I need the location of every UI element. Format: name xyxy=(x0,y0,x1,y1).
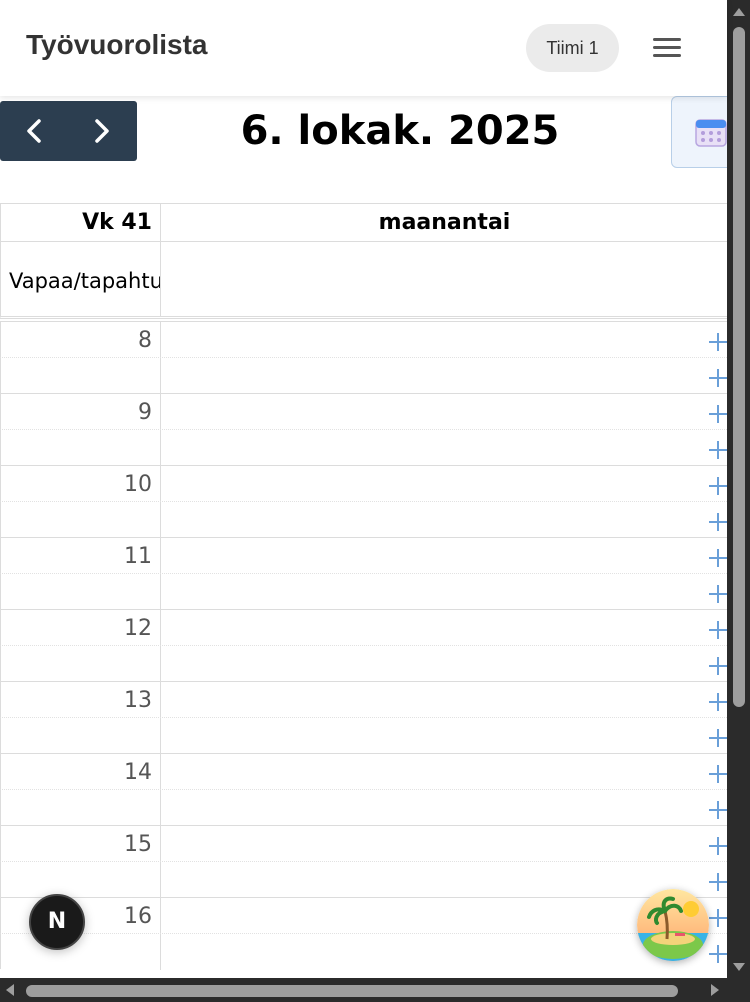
hour-label: 11 xyxy=(1,538,161,574)
add-shift-plus-icon[interactable] xyxy=(709,945,727,963)
add-shift-plus-icon[interactable] xyxy=(709,441,727,459)
hour-label: 10 xyxy=(1,466,161,502)
prev-day-button[interactable] xyxy=(0,101,68,161)
time-slot-row[interactable]: 11 xyxy=(0,537,727,574)
time-slot-row[interactable] xyxy=(0,717,727,754)
current-date-title: 6. lokak. 2025 xyxy=(240,108,560,154)
half-hour-label xyxy=(1,646,161,682)
scroll-up-arrow-icon[interactable] xyxy=(733,8,745,16)
time-slot-row[interactable] xyxy=(0,429,727,466)
hour-label: 15 xyxy=(1,826,161,862)
add-shift-plus-icon[interactable] xyxy=(709,801,727,819)
add-shift-plus-icon[interactable] xyxy=(709,333,727,351)
time-slot-row[interactable] xyxy=(0,861,727,898)
week-number-label: Vk 41 xyxy=(1,204,161,242)
time-slot-row[interactable]: 8 xyxy=(0,321,727,358)
half-hour-label xyxy=(1,934,161,970)
scroll-down-arrow-icon[interactable] xyxy=(733,963,745,971)
calendar-icon xyxy=(695,119,727,147)
time-slot-row[interactable]: 14 xyxy=(0,753,727,790)
time-slot-row[interactable]: 9 xyxy=(0,393,727,430)
add-shift-plus-icon[interactable] xyxy=(709,765,727,783)
add-shift-plus-icon[interactable] xyxy=(709,549,727,567)
date-navigation xyxy=(0,101,137,161)
time-slot-row[interactable]: 12 xyxy=(0,609,727,646)
palm-island-icon xyxy=(637,889,709,961)
half-hour-label xyxy=(1,862,161,898)
time-slot-row[interactable] xyxy=(0,573,727,610)
hour-label: 14 xyxy=(1,754,161,790)
time-slot-row[interactable] xyxy=(0,789,727,826)
hour-label: 9 xyxy=(1,394,161,430)
hamburger-menu-icon[interactable] xyxy=(648,32,686,64)
allday-row[interactable]: Vapaa/tapahtuma xyxy=(0,242,727,319)
chevron-left-icon xyxy=(27,119,41,143)
add-shift-plus-icon[interactable] xyxy=(709,909,727,927)
next-day-button[interactable] xyxy=(68,101,136,161)
hour-label: 12 xyxy=(1,610,161,646)
app-title: Työvuorolista xyxy=(26,29,208,60)
add-shift-plus-icon[interactable] xyxy=(709,477,727,495)
half-hour-label xyxy=(1,790,161,826)
add-shift-plus-icon[interactable] xyxy=(709,873,727,891)
half-hour-label xyxy=(1,502,161,538)
hour-label: 8 xyxy=(1,322,161,358)
time-slot-row[interactable] xyxy=(0,645,727,682)
half-hour-label xyxy=(1,358,161,394)
add-shift-plus-icon[interactable] xyxy=(709,513,727,531)
team-selector-button[interactable]: Tiimi 1 xyxy=(526,24,619,72)
scroll-left-arrow-icon[interactable] xyxy=(6,984,14,996)
add-shift-plus-icon[interactable] xyxy=(709,369,727,387)
horizontal-scrollbar-thumb[interactable] xyxy=(26,985,678,997)
time-slot-row[interactable]: 10 xyxy=(0,465,727,502)
add-shift-plus-icon[interactable] xyxy=(709,693,727,711)
vacation-island-button[interactable] xyxy=(637,889,709,961)
add-shift-plus-icon[interactable] xyxy=(709,837,727,855)
time-slot-row[interactable]: 13 xyxy=(0,681,727,718)
day-name-header[interactable]: maanantai xyxy=(161,204,728,242)
time-slot-row[interactable] xyxy=(0,357,727,394)
half-hour-label xyxy=(1,718,161,754)
add-shift-plus-icon[interactable] xyxy=(709,585,727,603)
add-shift-plus-icon[interactable] xyxy=(709,621,727,639)
add-shift-plus-icon[interactable] xyxy=(709,729,727,747)
nextjs-dev-badge[interactable]: N xyxy=(29,894,85,950)
half-hour-label xyxy=(1,430,161,466)
chevron-right-icon xyxy=(95,119,109,143)
add-shift-plus-icon[interactable] xyxy=(709,657,727,675)
time-slot-row[interactable]: 15 xyxy=(0,825,727,862)
time-slot-row[interactable]: 16 xyxy=(0,897,727,934)
half-hour-label xyxy=(1,574,161,610)
time-slot-row[interactable] xyxy=(0,933,727,970)
time-slot-row[interactable] xyxy=(0,501,727,538)
scroll-right-arrow-icon[interactable] xyxy=(711,984,719,996)
allday-label: Vapaa/tapahtuma xyxy=(1,242,161,316)
grid-header-row: Vk 41 maanantai xyxy=(0,203,727,242)
app-header: Työvuorolista Tiimi 1 xyxy=(0,0,727,96)
vertical-scrollbar-thumb[interactable] xyxy=(733,27,745,707)
add-shift-plus-icon[interactable] xyxy=(709,405,727,423)
hour-label: 13 xyxy=(1,682,161,718)
